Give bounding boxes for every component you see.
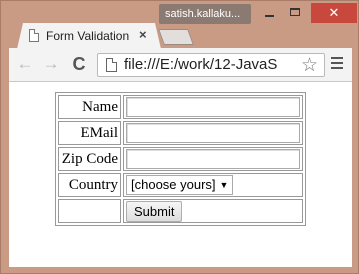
dropdown-arrow-icon: ▼ bbox=[219, 180, 229, 190]
close-window-button[interactable]: ✕ bbox=[311, 3, 357, 23]
toolbar: ← → C file:///E:/work/12-JavaS ☆ bbox=[9, 48, 352, 82]
form-row-zip: Zip Code bbox=[58, 147, 303, 171]
reload-icon[interactable]: C bbox=[69, 54, 89, 74]
country-label: Country bbox=[58, 173, 121, 197]
address-bar[interactable]: file:///E:/work/12-JavaS ☆ bbox=[97, 53, 325, 77]
maximize-button[interactable] bbox=[283, 3, 307, 23]
bookmark-star-icon[interactable]: ☆ bbox=[301, 54, 318, 77]
form-row-submit: Submit bbox=[58, 199, 303, 223]
page-content: Name EMail Zip Code Country [choose your… bbox=[9, 82, 352, 267]
empty-cell bbox=[58, 199, 121, 223]
new-tab-button[interactable] bbox=[158, 29, 194, 45]
tab-title: Form Validation bbox=[46, 29, 130, 43]
zip-code-label: Zip Code bbox=[58, 147, 121, 171]
tab-form-validation[interactable]: Form Validation × bbox=[17, 23, 161, 49]
country-select[interactable]: [choose yours] ▼ bbox=[126, 175, 234, 195]
page-info-icon[interactable] bbox=[106, 58, 117, 72]
back-icon[interactable]: ← bbox=[15, 54, 35, 74]
url-text[interactable]: file:///E:/work/12-JavaS bbox=[124, 56, 296, 73]
form-row-country: Country [choose yours] ▼ bbox=[58, 173, 303, 197]
minimize-icon bbox=[265, 15, 274, 17]
form-row-name: Name bbox=[58, 95, 303, 119]
page-icon bbox=[29, 29, 39, 42]
submit-button[interactable]: Submit bbox=[126, 200, 183, 222]
name-input[interactable] bbox=[126, 97, 300, 117]
validation-form: Name EMail Zip Code Country [choose your… bbox=[55, 92, 306, 226]
forward-icon[interactable]: → bbox=[41, 54, 61, 74]
zip-code-input[interactable] bbox=[126, 149, 300, 169]
menu-icon[interactable] bbox=[331, 57, 345, 71]
maximize-icon bbox=[290, 8, 300, 16]
browser-window: satish.kallaku... ✕ Form Validation × ← … bbox=[0, 0, 359, 274]
minimize-button[interactable] bbox=[257, 3, 281, 23]
tab-close-icon[interactable]: × bbox=[139, 27, 147, 42]
email-label: EMail bbox=[58, 121, 121, 145]
form-row-email: EMail bbox=[58, 121, 303, 145]
email-input[interactable] bbox=[126, 123, 300, 143]
name-label: Name bbox=[58, 95, 121, 119]
profile-badge[interactable]: satish.kallaku... bbox=[159, 4, 251, 24]
country-selected-value: [choose yours] bbox=[131, 177, 216, 192]
